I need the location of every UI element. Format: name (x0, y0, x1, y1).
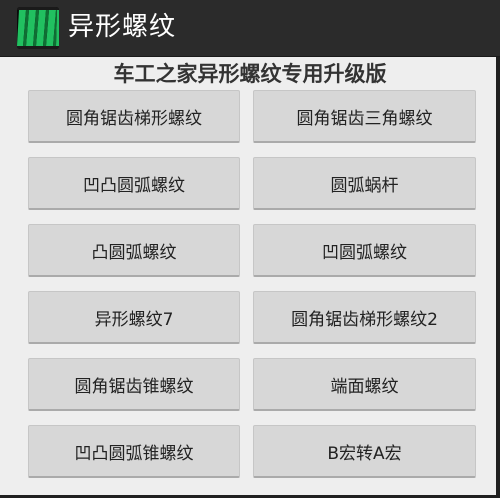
main-content: 车工之家异形螺纹专用升级版 圆角锯齿梯形螺纹 圆角锯齿三角螺纹 凹凸圆弧螺纹 圆… (0, 57, 500, 498)
button-concave-convex-arc-thread[interactable]: 凹凸圆弧螺纹 (28, 157, 240, 210)
button-rounded-sawtooth-taper-thread[interactable]: 圆角锯齿锥螺纹 (28, 358, 240, 411)
page-headline: 车工之家异形螺纹专用升级版 (113, 62, 387, 86)
button-concave-arc-thread[interactable]: 凹圆弧螺纹 (253, 224, 476, 277)
button-rounded-sawtooth-triangle-thread[interactable]: 圆角锯齿三角螺纹 (253, 90, 476, 143)
button-concave-convex-arc-taper-thread[interactable]: 凹凸圆弧锥螺纹 (28, 425, 240, 478)
button-rounded-sawtooth-trapezoid-thread-2[interactable]: 圆角锯齿梯形螺纹2 (253, 291, 476, 344)
button-face-thread[interactable]: 端面螺纹 (253, 358, 476, 411)
button-b-macro-to-a-macro[interactable]: B宏转A宏 (253, 425, 476, 478)
button-rounded-sawtooth-trapezoid-thread[interactable]: 圆角锯齿梯形螺纹 (28, 90, 240, 143)
app-bar: 异形螺纹 (0, 0, 500, 57)
button-arc-worm[interactable]: 圆弧蜗杆 (253, 157, 476, 210)
app-title: 异形螺纹 (68, 12, 177, 42)
thread-screw-icon (17, 7, 59, 49)
button-convex-arc-thread[interactable]: 凸圆弧螺纹 (28, 224, 240, 277)
window-frame-right (496, 57, 500, 498)
button-special-thread-7[interactable]: 异形螺纹7 (28, 291, 240, 344)
